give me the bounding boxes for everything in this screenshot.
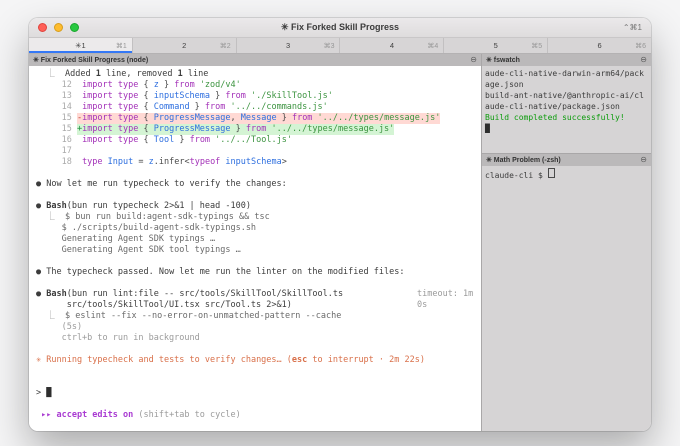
pane-main: ✳ Fix Forked Skill Progress (node) ⊖ ⎿ A… <box>29 54 481 431</box>
pane-math-title: ✳ Math Problem (-zsh) <box>486 156 561 164</box>
right-pane-column: ✳ fswatch ⊖ aude-cli-native-darwin-arm64… <box>481 54 651 431</box>
terminal-line: ● The typecheck passed. Now let me run t… <box>36 267 479 278</box>
terminal-line <box>36 344 479 355</box>
pane-fswatch-title: ✳ fswatch <box>486 56 520 64</box>
terminal-line: $ ./scripts/build-agent-sdk-typings.sh <box>36 223 479 234</box>
tab-4[interactable]: 4 ⌘4 <box>340 38 444 53</box>
fswatch-output[interactable]: aude-cli-native-darwin-arm64/package.jso… <box>482 66 651 153</box>
terminal-line: build-ant-native/@anthropic-ai/cl <box>485 90 648 101</box>
terminal-line: ⎿ $ eslint --fix --no-error-on-unmatched… <box>36 311 479 322</box>
tab-shortcut-hint: ⌘5 <box>531 42 542 50</box>
collapse-pane-icon[interactable]: ⊖ <box>640 156 647 164</box>
terminal-line: Generating Agent SDK typings … <box>36 234 479 245</box>
pane-main-title: ✳ Fix Forked Skill Progress (node) <box>33 56 148 64</box>
terminal-line <box>36 278 479 289</box>
terminal-line: 15 -import type { ProgressMessage, Messa… <box>36 113 479 124</box>
terminal-line: ⎿ $ bun run build:agent-sdk-typings && t… <box>36 212 479 223</box>
tab-2[interactable]: 2 ⌘2 <box>133 38 237 53</box>
window-title: ✳ Fix Forked Skill Progress <box>29 22 651 33</box>
pane-main-header[interactable]: ✳ Fix Forked Skill Progress (node) ⊖ <box>29 54 481 66</box>
terminal-line: ▸▸ accept edits on (shift+tab to cycle) <box>36 410 479 421</box>
terminal-line: ⎿ Added 1 line, removed 1 line <box>36 69 479 80</box>
terminal-line <box>36 190 479 201</box>
window-shortcut-hint: ⌃⌘1 <box>623 23 651 32</box>
minimize-button[interactable] <box>54 23 63 32</box>
tab-label: 5 <box>494 41 498 50</box>
tab-shortcut-hint: ⌘4 <box>427 42 438 50</box>
terminal-line: 12 import type { z } from 'zod/v4' <box>36 80 479 91</box>
terminal-line <box>36 399 479 410</box>
shell-prompt: claude-cli $ <box>485 170 543 181</box>
terminal-line: age.json <box>485 79 648 90</box>
tab-shortcut-hint: ⌘1 <box>116 42 127 50</box>
tab-label: 2 <box>182 41 186 50</box>
terminal-line: 13 import type { inputSchema } from './S… <box>36 91 479 102</box>
tab-label: ✳1 <box>75 41 85 50</box>
terminal-line: src/tools/SkillTool/UI.tsx src/Tool.ts 2… <box>36 300 479 311</box>
terminal-line: aude-cli-native-darwin-arm64/pack <box>485 68 648 79</box>
timeout-label: timeout: 1m <box>417 289 479 300</box>
terminal-line: ctrl+b to run in background <box>36 333 479 344</box>
collapse-pane-icon[interactable]: ⊖ <box>470 56 477 64</box>
terminal-line: 17 <box>36 146 479 157</box>
tab-1[interactable]: ✳1 ⌘1 <box>29 38 133 53</box>
pane-fswatch: ✳ fswatch ⊖ aude-cli-native-darwin-arm64… <box>482 54 651 154</box>
window-titlebar[interactable]: ✳ Fix Forked Skill Progress ⌃⌘1 <box>29 18 651 38</box>
terminal-line: ● Bash(bun run lint:file -- src/tools/Sk… <box>36 289 479 300</box>
terminal-window: ✳ Fix Forked Skill Progress ⌃⌘1 ✳1 ⌘1 2 ⌘2 3… <box>29 18 651 431</box>
terminal-line: claude-cli $ <box>485 168 648 179</box>
terminal-line: aude-cli-native/package.json <box>485 101 648 112</box>
collapse-pane-icon[interactable]: ⊖ <box>640 56 647 64</box>
terminal-line <box>36 377 479 388</box>
terminal-line: ● Now let me run typecheck to verify the… <box>36 179 479 190</box>
tab-6[interactable]: 6 ⌘6 <box>548 38 651 53</box>
tab-5[interactable]: 5 ⌘5 <box>444 38 548 53</box>
tab-shortcut-hint: ⌘6 <box>635 42 646 50</box>
tab-3[interactable]: 3 ⌘3 <box>237 38 341 53</box>
terminal-line: > █ <box>36 388 479 399</box>
terminal-line: 16 import type { Tool } from '../../Tool… <box>36 135 479 146</box>
tab-label: 3 <box>286 41 290 50</box>
tab-label: 6 <box>597 41 601 50</box>
pane-math: ✳ Math Problem (-zsh) ⊖ claude-cli $ <box>482 154 651 431</box>
terminal-line: ● Bash(bun run typecheck 2>&1 | head -10… <box>36 201 479 212</box>
terminal-line: ✳ Running typecheck and tests to verify … <box>36 355 479 366</box>
math-shell-output[interactable]: claude-cli $ <box>482 166 651 431</box>
terminal-line: (5s) <box>36 322 479 333</box>
cursor <box>548 168 555 178</box>
close-button[interactable] <box>38 23 47 32</box>
tab-shortcut-hint: ⌘2 <box>220 42 231 50</box>
terminal-line: 14 import type { Command } from '../../c… <box>36 102 479 113</box>
zoom-button[interactable] <box>70 23 79 32</box>
pane-math-header[interactable]: ✳ Math Problem (-zsh) ⊖ <box>482 154 651 166</box>
terminal-line: Build completed successfully! <box>485 112 648 123</box>
traffic-lights <box>29 23 79 32</box>
terminal-line <box>36 366 479 377</box>
terminal-output[interactable]: ⎿ Added 1 line, removed 1 line 12 import… <box>29 66 481 431</box>
tab-label: 4 <box>390 41 394 50</box>
terminal-line: 18 type Input = z.infer<typeof inputSche… <box>36 157 479 168</box>
tab-shortcut-hint: ⌘3 <box>324 42 335 50</box>
pane-container: ✳ Fix Forked Skill Progress (node) ⊖ ⎿ A… <box>29 54 651 431</box>
terminal-line <box>36 168 479 179</box>
terminal-line: 15 +import type { ProgressMessage } from… <box>36 124 479 135</box>
tab-bar: ✳1 ⌘1 2 ⌘2 3 ⌘3 4 ⌘4 5 ⌘5 6 ⌘6 <box>29 38 651 54</box>
pane-fswatch-header[interactable]: ✳ fswatch ⊖ <box>482 54 651 66</box>
terminal-line: Generating Agent SDK tool typings … <box>36 245 479 256</box>
timeout-label: 0s <box>417 300 479 311</box>
terminal-line <box>36 256 479 267</box>
terminal-line: █ <box>485 123 648 134</box>
